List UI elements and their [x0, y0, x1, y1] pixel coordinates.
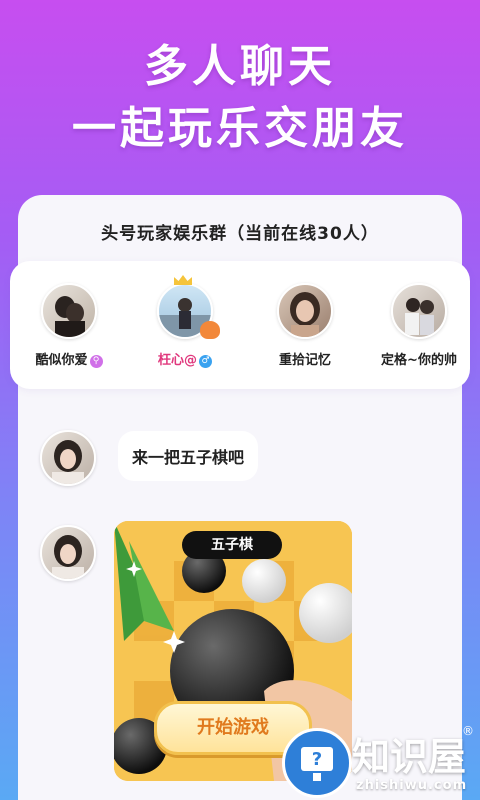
- watermark: ? 知识屋 ® zhishiwu.com: [282, 716, 480, 800]
- watermark-url: zhishiwu.com: [356, 778, 468, 793]
- member-item[interactable]: 定格~你的帅: [364, 283, 474, 368]
- svg-text:?: ?: [312, 749, 322, 770]
- group-title: 头号玩家娱乐群（当前在线30人）: [101, 224, 379, 244]
- member-name: 定格~你的帅: [381, 353, 457, 368]
- screen: 多人聊天 一起玩乐交朋友 头号玩家娱乐群（当前在线30人） 酷似你爱 ⚲ 枉心@ ♂: [0, 0, 480, 800]
- member-item[interactable]: 枉心@ ♂: [130, 275, 240, 368]
- member-name: 枉心@ ♂: [130, 349, 240, 368]
- member-name: 酷似你爱 ⚲: [14, 349, 124, 368]
- search-icon: ⚲: [89, 355, 103, 368]
- game-name-tag: 五子棋: [182, 531, 282, 559]
- promo-headline-2: 一起玩乐交朋友: [72, 103, 408, 154]
- frame-decoration-icon: [200, 321, 220, 339]
- question-monitor-icon: ?: [282, 728, 352, 798]
- chat-avatar[interactable]: [40, 525, 96, 581]
- crown-icon: [174, 275, 192, 285]
- avatar: [391, 283, 447, 339]
- member-item[interactable]: 重拾记忆: [250, 283, 360, 368]
- member-item[interactable]: 酷似你爱 ⚲: [14, 283, 124, 368]
- male-icon: ♂: [199, 355, 212, 368]
- online-members-bar: 酷似你爱 ⚲ 枉心@ ♂ 重拾记忆 定格~你的帅: [10, 261, 470, 389]
- avatar: [41, 283, 97, 339]
- chat-group-card: 头号玩家娱乐群（当前在线30人） 酷似你爱 ⚲ 枉心@ ♂ 重拾记忆 定格~你的…: [10, 195, 470, 800]
- registered-mark: ®: [462, 724, 474, 738]
- promo-headline-1: 多人聊天: [144, 41, 336, 92]
- member-name: 重拾记忆: [278, 353, 331, 368]
- watermark-text: 知识屋: [352, 734, 467, 779]
- chat-message-bubble: 来一把五子棋吧: [118, 431, 259, 481]
- chat-avatar[interactable]: [40, 430, 96, 486]
- avatar: [277, 283, 333, 339]
